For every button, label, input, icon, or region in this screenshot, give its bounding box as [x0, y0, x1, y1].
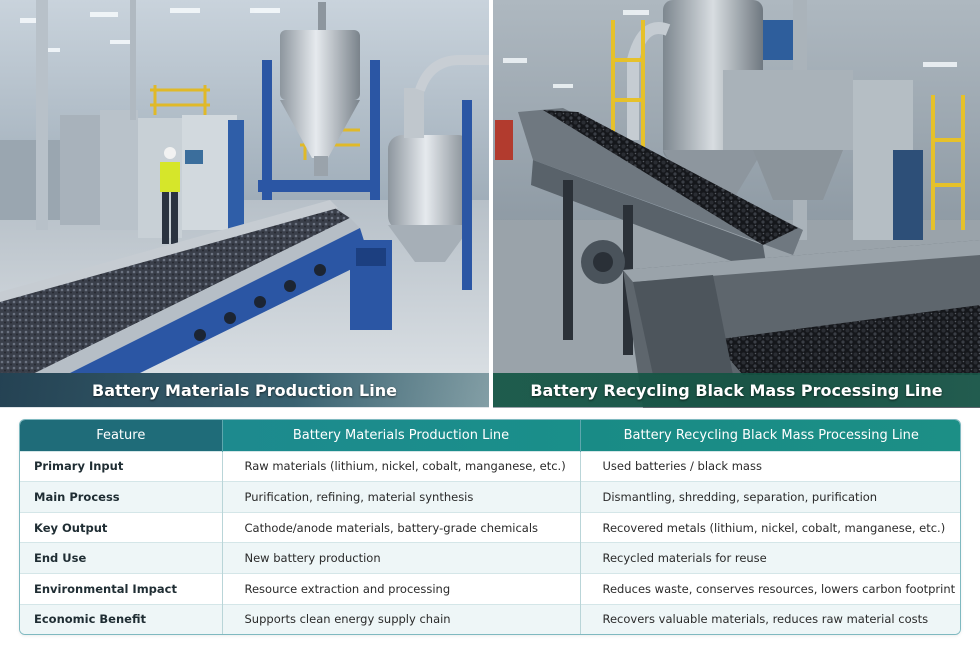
header-production-line: Battery Materials Production Line [222, 420, 581, 451]
table-row: Key Output Cathode/anode materials, batt… [20, 511, 960, 543]
production-line-photo [0, 0, 489, 408]
row-feature-label: Main Process [20, 481, 223, 513]
table-header-row: Feature Battery Materials Production Lin… [20, 420, 960, 451]
row-recycling-value: Reduces waste, conserves resources, lowe… [580, 573, 960, 605]
row-production-value: Purification, refining, material synthes… [222, 481, 581, 513]
comparison-table: Feature Battery Materials Production Lin… [19, 419, 961, 635]
row-recycling-value: Recovers valuable materials, reduces raw… [580, 603, 960, 634]
table-row: Economic Benefit Supports clean energy s… [20, 603, 960, 634]
row-feature-label: Key Output [20, 511, 223, 543]
recycling-line-photo [493, 0, 980, 408]
row-production-value: Cathode/anode materials, battery-grade c… [222, 511, 581, 543]
row-recycling-value: Used batteries / black mass [580, 450, 960, 482]
row-production-value: New battery production [222, 542, 581, 574]
row-production-value: Raw materials (lithium, nickel, cobalt, … [222, 450, 581, 482]
row-feature-label: End Use [20, 542, 223, 574]
table-row: End Use New battery production Recycled … [20, 542, 960, 574]
row-recycling-value: Dismantling, shredding, separation, puri… [580, 481, 960, 513]
production-line-photo-panel: Battery Materials Production Line [0, 0, 489, 408]
row-recycling-value: Recycled materials for reuse [580, 542, 960, 574]
table-row: Primary Input Raw materials (lithium, ni… [20, 450, 960, 482]
production-line-caption: Battery Materials Production Line [0, 373, 489, 407]
row-recycling-value: Recovered metals (lithium, nickel, cobal… [580, 511, 960, 543]
recycling-line-photo-panel: Battery Recycling Black Mass Processing … [493, 0, 980, 408]
header-recycling-line: Battery Recycling Black Mass Processing … [580, 420, 960, 451]
row-production-value: Supports clean energy supply chain [222, 603, 581, 634]
table-row: Environmental Impact Resource extraction… [20, 573, 960, 605]
row-feature-label: Primary Input [20, 450, 223, 482]
table-row: Main Process Purification, refining, mat… [20, 481, 960, 513]
row-feature-label: Economic Benefit [20, 603, 223, 634]
header-feature: Feature [20, 420, 223, 451]
row-production-value: Resource extraction and processing [222, 573, 581, 605]
row-feature-label: Environmental Impact [20, 573, 223, 605]
recycling-line-caption: Battery Recycling Black Mass Processing … [493, 373, 980, 407]
